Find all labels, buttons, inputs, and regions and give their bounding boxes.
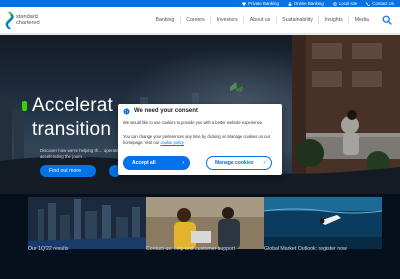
find-out-more-button[interactable]: Find out more — [40, 165, 96, 177]
utility-online-banking-link[interactable]: Online Banking — [288, 0, 324, 7]
logo-wordmark: standard chartered — [16, 14, 40, 27]
lock-icon — [288, 1, 292, 6]
tile-contact-caption[interactable]: Contact us: help and customer support — [146, 246, 235, 252]
logo-line2: chartered — [16, 19, 40, 26]
utility-local-site-label: Local site — [338, 1, 358, 6]
tile-market-outlook-image — [264, 197, 382, 249]
site-header: standard chartered Banking Careers Inves… — [0, 7, 400, 34]
consent-paragraph-2: You can change your preferences any time… — [123, 134, 277, 145]
tile-results-image — [28, 197, 146, 249]
utility-local-site-link[interactable]: Local site — [332, 0, 358, 7]
hero-heading: Accelerat transition — [22, 94, 114, 142]
nav-sustainability[interactable]: Sustainability — [277, 16, 320, 24]
manage-cookies-button[interactable]: Manage cookies › — [206, 156, 272, 170]
main-nav: Banking Careers Investors About us Susta… — [150, 7, 374, 33]
cookie-policy-link[interactable]: cookie policy — [160, 140, 183, 145]
search-icon[interactable] — [382, 15, 392, 25]
hero-accent-bar — [22, 101, 27, 111]
nav-investors[interactable]: Investors — [211, 16, 245, 24]
gem-icon — [242, 1, 247, 6]
tile-results[interactable] — [28, 197, 146, 249]
accept-all-button[interactable]: Accept all › — [123, 156, 190, 170]
nav-about-us[interactable]: About us — [244, 16, 277, 24]
cookie-consent-dialog: We need your consent We would like to us… — [118, 104, 282, 175]
utility-contact-us-label: Contact Us — [372, 1, 394, 6]
nav-insights[interactable]: Insights — [319, 16, 350, 24]
standard-chartered-logo[interactable]: standard chartered — [5, 12, 45, 29]
logo-mark-icon — [5, 12, 14, 29]
accept-all-label: Accept all — [132, 160, 156, 166]
tile-results-caption[interactable]: Our 1Q'22 results — [28, 246, 69, 252]
tile-contact-image — [146, 197, 264, 249]
hero-heading-line1: Accelerat — [32, 95, 114, 116]
phone-icon — [366, 1, 371, 6]
nav-careers[interactable]: Careers — [181, 16, 212, 24]
feature-tiles: Our 1Q'22 results Contact us: help and c… — [0, 194, 400, 279]
consent-paragraph-1: We would like to use cookies to provide … — [123, 120, 264, 125]
utility-private-banking-label: Private Banking — [248, 1, 279, 6]
hero-heading-line2: transition — [32, 119, 112, 140]
chevron-right-icon: › — [263, 160, 265, 166]
utility-contact-us-link[interactable]: Contact Us — [366, 0, 394, 7]
tile-market-outlook-caption[interactable]: Global Market Outlook: register now — [264, 246, 347, 252]
utility-private-banking-link[interactable]: Private Banking — [242, 0, 279, 7]
utility-online-banking-label: Online Banking — [293, 1, 324, 6]
cookie-icon — [123, 108, 130, 115]
tile-market-outlook[interactable] — [264, 197, 382, 249]
globe-icon — [332, 1, 337, 6]
nav-media[interactable]: Media — [349, 16, 374, 24]
tile-contact[interactable] — [146, 197, 264, 249]
utility-bar: Private Banking Online Banking Local sit… — [0, 0, 400, 7]
consent-paragraph-2-text: You can change your preferences any time… — [123, 134, 271, 145]
manage-cookies-label: Manage cookies — [215, 160, 254, 166]
consent-title: We need your consent — [134, 108, 198, 114]
nav-banking[interactable]: Banking — [150, 16, 181, 24]
chevron-right-icon: › — [182, 160, 184, 166]
